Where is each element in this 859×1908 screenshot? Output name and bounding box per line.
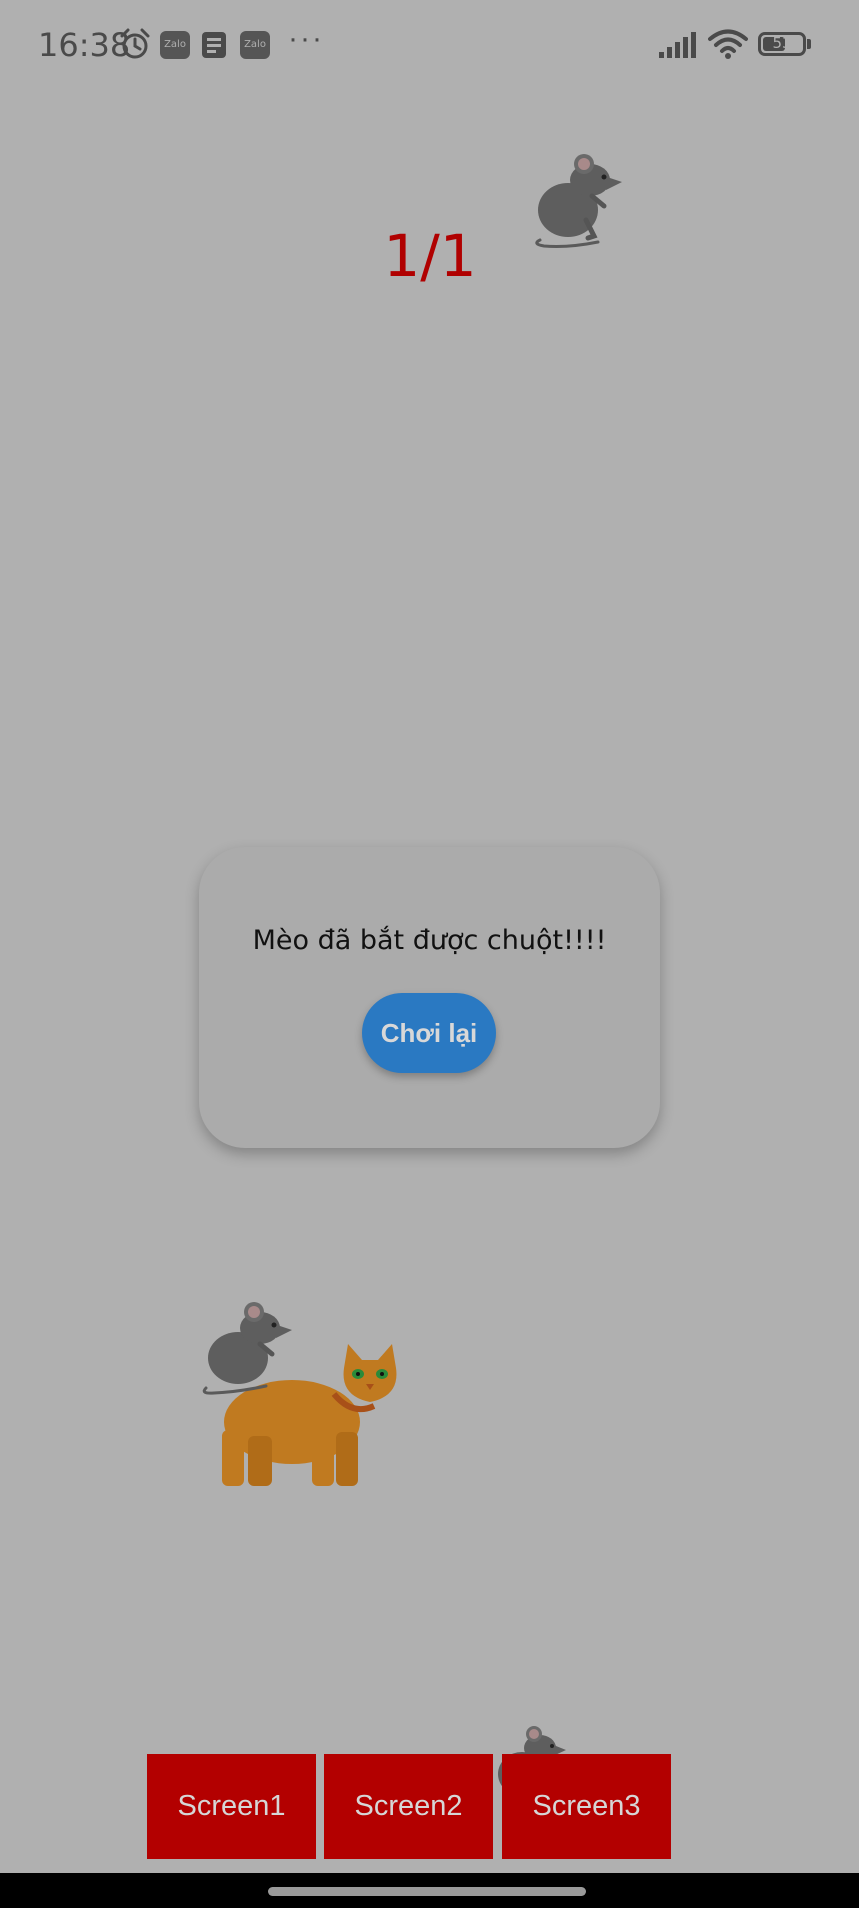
score-counter: 1/1 bbox=[383, 222, 477, 290]
screen3-button[interactable]: Screen3 bbox=[502, 1754, 671, 1859]
dialog-message: Mèo đã bắt được chuột!!!! bbox=[252, 925, 607, 956]
status-time: 16:38 bbox=[38, 26, 131, 64]
status-bar: 16:38 Zalo Zalo ··· 53 bbox=[0, 0, 859, 90]
alarm-icon bbox=[120, 28, 150, 59]
home-indicator[interactable] bbox=[268, 1887, 586, 1896]
wifi-icon bbox=[708, 29, 748, 59]
more-icon: ··· bbox=[288, 22, 324, 55]
replay-button[interactable]: Chơi lại bbox=[362, 993, 496, 1073]
zalo-icon: Zalo bbox=[240, 31, 270, 59]
battery-nub bbox=[807, 39, 811, 49]
news-icon bbox=[202, 32, 226, 58]
screen2-button[interactable]: Screen2 bbox=[324, 1754, 493, 1859]
battery-icon: 53 bbox=[758, 32, 806, 56]
battery-level-text: 53 bbox=[772, 34, 792, 52]
signal-icon bbox=[659, 32, 696, 58]
mouse-sprite-middle[interactable] bbox=[198, 1300, 298, 1395]
mouse-sprite-top[interactable] bbox=[528, 150, 628, 250]
game-over-dialog: Mèo đã bắt được chuột!!!! Chơi lại bbox=[199, 847, 660, 1148]
zalo-icon: Zalo bbox=[160, 31, 190, 59]
screen1-button[interactable]: Screen1 bbox=[147, 1754, 316, 1859]
